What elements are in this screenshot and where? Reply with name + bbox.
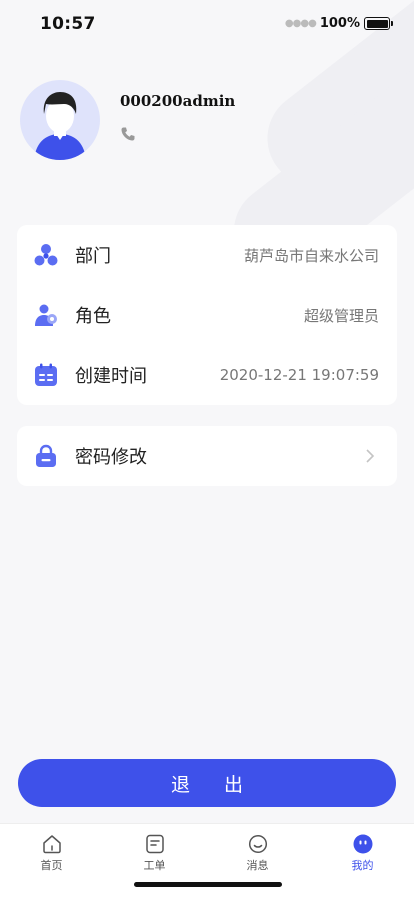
logout-button[interactable]: 退出 bbox=[18, 759, 396, 807]
status-bar: 10:57 ●●●● 100% bbox=[0, 0, 414, 46]
department-label: 部门 bbox=[75, 246, 111, 267]
status-indicators: ●●●● 100% bbox=[284, 16, 393, 31]
tab-mine[interactable]: 我的 bbox=[311, 834, 414, 873]
home-icon bbox=[42, 835, 61, 854]
role-label: 角色 bbox=[75, 306, 111, 327]
chevron-right-icon bbox=[366, 449, 375, 463]
calendar-icon bbox=[35, 363, 57, 386]
profile-icon bbox=[353, 834, 372, 854]
tab-messages[interactable]: 消息 bbox=[206, 834, 309, 873]
created-time-value: 2020-12-21 19:07:59 bbox=[219, 366, 379, 384]
info-card: 部门 葫芦岛市自来水公司 角色 超级管理员 创建时间 2020-12-21 19… bbox=[17, 225, 397, 405]
role-row: 角色 超级管理员 bbox=[17, 285, 397, 345]
role-value: 超级管理员 bbox=[303, 306, 379, 325]
password-card[interactable]: 密码修改 bbox=[17, 426, 397, 486]
created-time-row: 创建时间 2020-12-21 19:07:59 bbox=[17, 345, 397, 405]
message-icon bbox=[248, 834, 267, 854]
lock-icon bbox=[36, 444, 56, 467]
change-password-label: 密码修改 bbox=[75, 447, 147, 468]
tab-mine-label: 我的 bbox=[351, 859, 374, 872]
tab-home-label: 首页 bbox=[40, 859, 63, 872]
battery-percentage: 100% bbox=[319, 16, 360, 31]
department-icon bbox=[34, 244, 58, 266]
document-icon bbox=[145, 834, 164, 854]
signal-icon: ●●●● bbox=[284, 18, 317, 29]
change-password-row[interactable]: 密码修改 bbox=[17, 426, 397, 486]
phone-icon[interactable] bbox=[120, 126, 136, 142]
department-value: 葫芦岛市自来水公司 bbox=[243, 246, 379, 265]
username: 000200admin bbox=[120, 92, 236, 110]
avatar-person-icon bbox=[34, 92, 86, 160]
avatar[interactable] bbox=[20, 80, 100, 160]
created-time-label: 创建时间 bbox=[75, 366, 147, 387]
battery-icon bbox=[364, 17, 393, 30]
profile-header: 000200admin bbox=[20, 80, 400, 160]
home-indicator bbox=[134, 882, 282, 887]
department-row: 部门 葫芦岛市自来水公司 bbox=[17, 225, 397, 285]
tab-work-order-label: 工单 bbox=[143, 859, 166, 872]
role-icon bbox=[35, 304, 57, 326]
tab-messages-label: 消息 bbox=[246, 859, 269, 872]
status-time: 10:57 bbox=[40, 14, 96, 34]
tab-home[interactable]: 首页 bbox=[0, 834, 103, 873]
tab-work-order[interactable]: 工单 bbox=[103, 834, 206, 873]
